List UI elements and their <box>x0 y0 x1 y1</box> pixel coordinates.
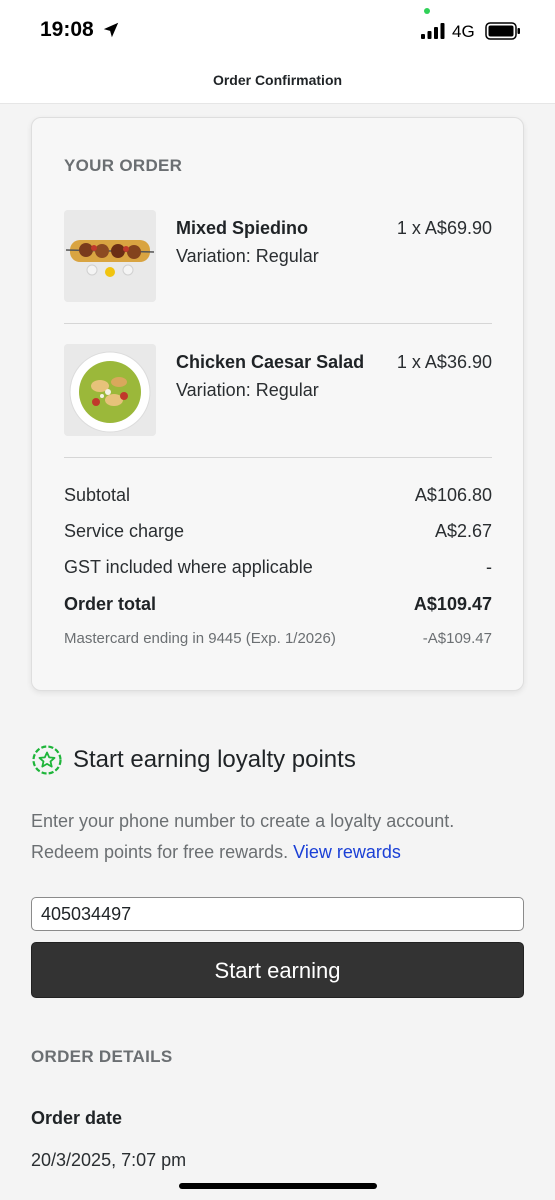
item-name: Chicken Caesar Salad <box>176 352 365 372</box>
nav-header: Order Confirmation <box>0 62 555 104</box>
battery-icon <box>485 22 520 40</box>
status-time-group: 19:08 <box>40 18 120 42</box>
subtotal-label: Subtotal <box>64 485 131 505</box>
order-date-value: 20/3/2025, 7:07 pm <box>31 1150 187 1170</box>
loyalty-description: Enter your phone number to create a loya… <box>31 806 521 868</box>
order-summary-card: YOUR ORDER Mixed Spiedino Variation: Reg… <box>31 117 524 691</box>
item-variation: Variation: Regular <box>176 246 319 266</box>
item-name: Mixed Spiedino <box>176 218 309 238</box>
salad-bowl-photo-icon <box>64 344 156 436</box>
gst-value: - <box>486 557 492 577</box>
page-title: Order Confirmation <box>212 71 343 88</box>
service-charge-label: Service charge <box>64 521 185 541</box>
payment-row: Mastercard ending in 9445 (Exp. 1/2026) … <box>64 630 492 647</box>
order-date-label: Order date <box>31 1108 123 1128</box>
service-charge-value: A$2.67 <box>434 521 492 541</box>
service-charge-row: Service charge A$2.67 <box>64 521 492 542</box>
gst-row: GST included where applicable - <box>64 557 492 578</box>
item-price: 1 x A$69.90 <box>396 218 492 238</box>
gst-label: GST included where applicable <box>64 557 313 577</box>
subtotal-value: A$106.80 <box>414 485 492 505</box>
order-total-value: A$109.47 <box>413 594 492 614</box>
item-price: 1 x A$36.90 <box>396 352 492 372</box>
your-order-heading: YOUR ORDER <box>64 156 183 175</box>
network-type: 4G <box>452 22 475 41</box>
loyalty-title: Start earning loyalty points <box>73 746 356 773</box>
view-rewards-link[interactable]: View rewards <box>293 842 401 862</box>
payment-method-label: Mastercard ending in 9445 (Exp. 1/2026) <box>64 630 336 647</box>
privacy-indicator-icon <box>424 8 430 14</box>
item-variation: Variation: Regular <box>176 380 319 400</box>
loyalty-header: Start earning loyalty points <box>31 744 356 776</box>
skewer-dish-photo-icon <box>64 210 156 302</box>
location-arrow-icon <box>103 22 118 38</box>
home-indicator[interactable] <box>179 1183 377 1189</box>
order-item: Chicken Caesar Salad Variation: Regular … <box>64 344 492 436</box>
payment-amount: -A$109.47 <box>422 630 492 647</box>
order-total-label: Order total <box>64 594 157 614</box>
loyalty-star-icon <box>32 745 62 775</box>
order-item: Mixed Spiedino Variation: Regular 1 x A$… <box>64 210 492 302</box>
status-bar: 19:08 4G <box>0 0 555 62</box>
items-summary-divider <box>64 457 492 458</box>
phone-number-input[interactable] <box>31 897 524 931</box>
status-time: 19:08 <box>40 18 94 41</box>
item-divider <box>64 323 492 324</box>
order-details-heading: ORDER DETAILS <box>31 1047 173 1066</box>
subtotal-row: Subtotal A$106.80 <box>64 485 492 506</box>
cellular-signal-icon <box>421 23 445 39</box>
start-earning-button[interactable]: Start earning <box>31 942 524 998</box>
order-total-row: Order total A$109.47 <box>64 594 492 615</box>
